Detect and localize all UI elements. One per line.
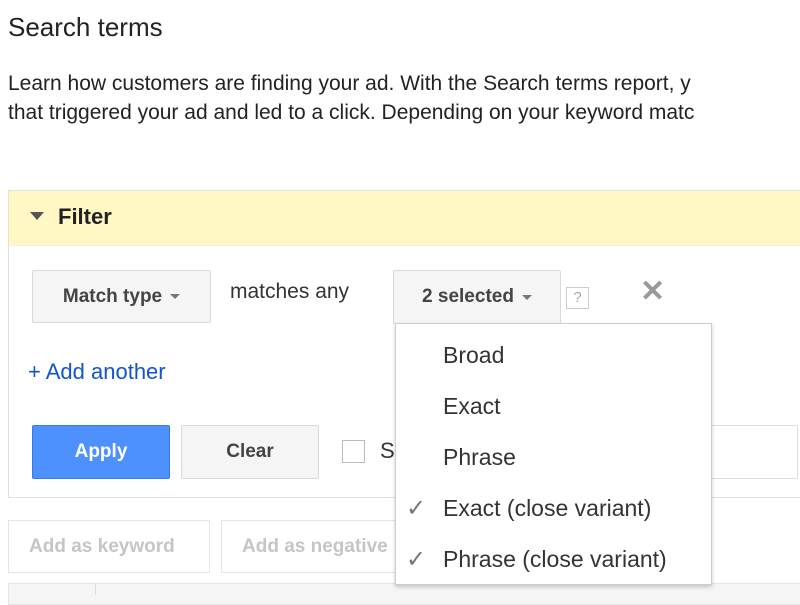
- column-divider: [95, 583, 96, 595]
- filter-header[interactable]: [9, 191, 800, 246]
- checkmark-icon: ✓: [406, 495, 427, 522]
- text-input[interactable]: [700, 425, 798, 479]
- add-as-keyword-button[interactable]: Add as keyword: [8, 520, 210, 573]
- option-label: Exact (close variant): [443, 495, 652, 521]
- match-type-label: Match type: [62, 285, 163, 307]
- page-title: Search terms: [8, 12, 163, 42]
- filter-label: Filter: [58, 204, 112, 229]
- match-type-options-menu: Broad Exact Phrase ✓ Exact (close variant…: [395, 323, 712, 585]
- clear-button[interactable]: Clear: [181, 425, 319, 479]
- checkmark-icon: ✓: [406, 546, 427, 573]
- option-label: Phrase: [443, 444, 516, 470]
- value-label: 2 selected: [422, 286, 514, 307]
- checkbox[interactable]: [342, 440, 365, 463]
- checkbox-label: S: [380, 438, 395, 463]
- operator-label: matches any: [230, 280, 350, 303]
- add-another-link[interactable]: + Add another: [28, 359, 166, 385]
- help-icon[interactable]: ?: [566, 287, 589, 309]
- match-type-dropdown[interactable]: Match type: [32, 270, 211, 323]
- chevron-down-icon: [170, 294, 181, 299]
- table-header: [8, 583, 800, 605]
- description-line-2: that triggered your ad and led to a clic…: [8, 101, 695, 124]
- collapse-triangle-icon[interactable]: [30, 212, 44, 220]
- apply-button[interactable]: Apply: [32, 425, 170, 479]
- close-icon[interactable]: ✕: [640, 274, 665, 309]
- option-label: Phrase (close variant): [443, 546, 667, 572]
- chevron-down-icon: [521, 294, 532, 300]
- option-label: Broad: [443, 342, 505, 368]
- option-label: Exact: [443, 393, 501, 419]
- description-line-1: Learn how customers are finding your ad.…: [8, 72, 691, 95]
- value-dropdown[interactable]: 2 selected: [393, 270, 561, 324]
